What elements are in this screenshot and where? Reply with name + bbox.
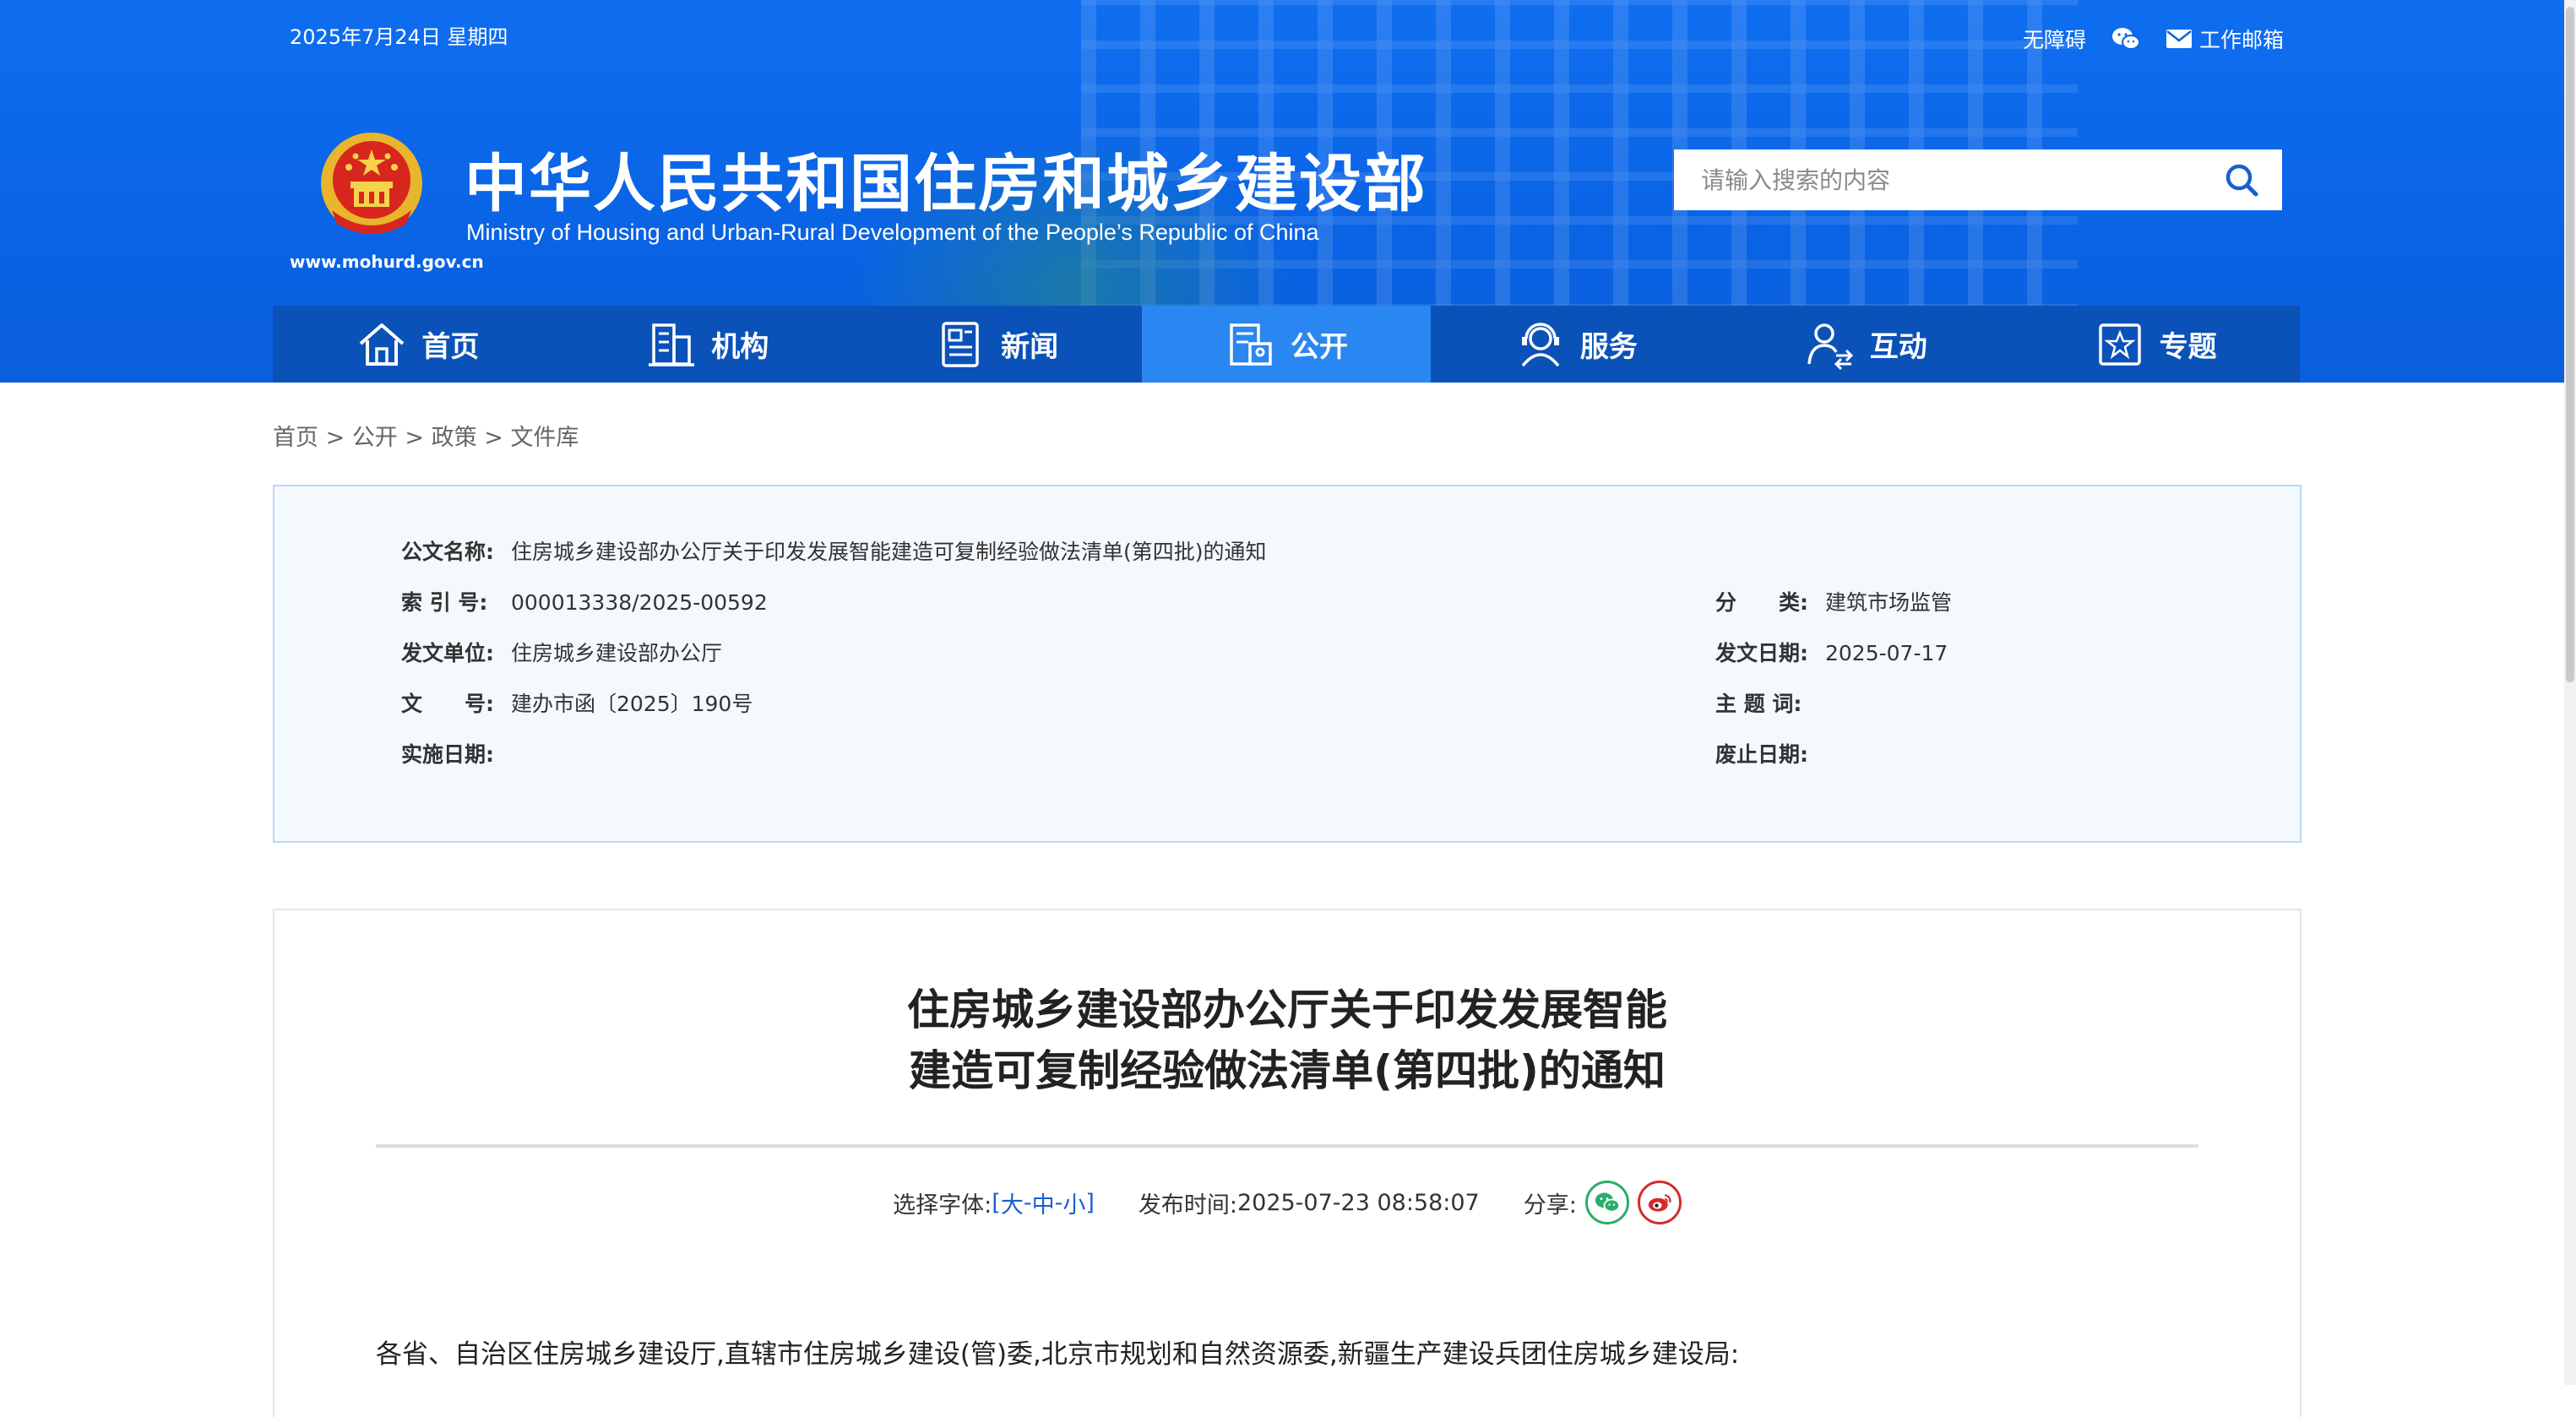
nav-label: 首页 (421, 330, 480, 364)
info-label: 索 引 号: (401, 590, 488, 615)
nav-item-organization[interactable]: 机构 (562, 306, 852, 383)
article-panel: 住房城乡建设部办公厅关于印发发展智能 建造可复制经验做法清单(第四批)的通知 选… (273, 909, 2302, 1417)
article-title-line-1: 住房城乡建设部办公厅关于印发发展智能 (907, 985, 1667, 1034)
nav-item-news[interactable]: 新闻 (852, 306, 1142, 383)
nav-label: 新闻 (1001, 330, 1059, 364)
current-date: 2025年7月24日 星期四 (290, 25, 508, 49)
wechat-link[interactable] (2111, 27, 2140, 51)
font-size-large-button[interactable]: 大 (1001, 1186, 1024, 1219)
info-label: 分 类: (1715, 590, 1808, 615)
nav-item-interaction[interactable]: 互动 (1720, 306, 2010, 383)
article-meta: 选择字体: [ 大 - 中 - 小 ] 发布时间: 2025-07-23 08:… (274, 1181, 2300, 1224)
mail-label: 工作邮箱 (2198, 28, 2284, 52)
site-subtitle: Ministry of Housing and Urban-Rural Deve… (466, 220, 1319, 245)
publish-time-label: 发布时间: (1138, 1192, 1237, 1219)
topic-icon (2098, 323, 2141, 366)
font-separator: - (1023, 1189, 1032, 1216)
interaction-icon (1807, 323, 1853, 370)
wechat-icon (2111, 28, 2140, 50)
font-size-label: 选择字体: (893, 1192, 992, 1219)
breadcrumb-home[interactable]: 首页 (273, 425, 318, 451)
breadcrumb-separator: > (484, 425, 511, 451)
share-label: 分享: (1523, 1192, 1577, 1219)
info-issuer: 发文单位: 住房城乡建设部办公厅 (401, 637, 722, 667)
font-separator: - (1054, 1189, 1063, 1216)
breadcrumb-policy[interactable]: 政策 (432, 425, 477, 451)
search-box (1674, 149, 2282, 210)
wechat-icon (1595, 1192, 1620, 1213)
info-value: 建筑市场监管 (1825, 590, 1953, 615)
national-emblem-icon[interactable] (315, 129, 429, 243)
news-icon (942, 321, 979, 367)
weibo-icon (1648, 1194, 1671, 1212)
top-links: 无障碍 工作邮箱 (2023, 24, 2284, 54)
search-input[interactable] (1674, 165, 2209, 195)
info-label: 发文日期: (1715, 641, 1808, 665)
document-info-box: 公文名称: 住房城乡建设部办公厅关于印发发展智能建造可复制经验做法清单(第四批)的… (273, 485, 2302, 843)
info-label: 文 号: (401, 692, 494, 716)
breadcrumb-library[interactable]: 文件库 (510, 425, 579, 451)
info-expiry-date: 废止日期: (1715, 738, 1825, 768)
info-label: 发文单位: (401, 641, 494, 665)
nav-item-topic[interactable]: 专题 (2010, 306, 2300, 383)
search-icon[interactable] (2223, 161, 2260, 198)
info-category: 分 类: 建筑市场监管 (1715, 586, 1952, 616)
breadcrumb-separator: > (405, 425, 432, 451)
accessibility-link[interactable]: 无障碍 (2023, 24, 2086, 54)
breadcrumb-disclosure[interactable]: 公开 (352, 425, 398, 451)
title-divider (376, 1144, 2198, 1148)
info-keywords: 主 题 词: (1715, 687, 1825, 718)
disclosure-icon (1230, 323, 1272, 366)
font-bracket-open: [ (992, 1189, 1001, 1216)
breadcrumb: 首页 > 公开 > 政策 > 文件库 (273, 419, 579, 452)
scrollbar-thumb[interactable] (2566, 7, 2574, 682)
mail-icon (2166, 30, 2192, 48)
font-size-small-button[interactable]: 小 (1062, 1186, 1085, 1219)
breadcrumb-separator: > (325, 425, 352, 451)
site-header: 2025年7月24日 星期四 无障碍 工作邮箱 www.mohurd.gov.c… (0, 0, 2576, 383)
home-icon (360, 323, 405, 366)
info-label: 主 题 词: (1715, 692, 1802, 716)
font-bracket-close: ] (1085, 1189, 1095, 1216)
accessibility-label: 无障碍 (2022, 28, 2086, 52)
font-size-medium-button[interactable]: 中 (1032, 1186, 1055, 1219)
nav-item-home[interactable]: 首页 (273, 306, 562, 383)
info-document-number: 文 号: 建办市函〔2025〕190号 (401, 687, 753, 718)
page-scrollbar[interactable] (2564, 0, 2576, 1385)
info-effective-date: 实施日期: (401, 738, 511, 768)
info-index-no: 索 引 号: 000013338/2025-00592 (401, 586, 768, 616)
info-doc-name: 公文名称: 住房城乡建设部办公厅关于印发发展智能建造可复制经验做法清单(第四批)的… (401, 535, 1267, 566)
main-nav: 首页 机构 新闻 公开 服务 互动 专题 (273, 306, 2300, 383)
info-issue-date: 发文日期: 2025-07-17 (1715, 637, 1948, 667)
building-icon (649, 323, 695, 366)
info-value: 住房城乡建设部办公厅 (511, 641, 723, 665)
info-label: 实施日期: (401, 742, 494, 767)
site-title[interactable]: 中华人民共和国住房和城乡建设部 (465, 133, 1427, 224)
article-salutation: 各省、自治区住房城乡建设厅,直辖市住房城乡建设(管)委,北京市规划和自然资源委,… (376, 1339, 1740, 1370)
nav-label: 服务 (1579, 330, 1638, 364)
share-wechat-button[interactable] (1584, 1181, 1629, 1224)
nav-label: 互动 (1869, 330, 1927, 364)
info-value: 000013338/2025-00592 (511, 590, 768, 615)
nav-label: 公开 (1291, 330, 1348, 364)
nav-label: 专题 (2159, 330, 2217, 364)
nav-item-service[interactable]: 服务 (1431, 306, 1720, 383)
info-value: 2025-07-17 (1825, 641, 1948, 665)
article-title-line-2: 建造可复制经验做法清单(第四批)的通知 (909, 1046, 1666, 1095)
site-url: www.mohurd.gov.cn (290, 252, 484, 272)
info-value: 建办市函〔2025〕190号 (511, 692, 753, 716)
nav-item-disclosure[interactable]: 公开 (1141, 306, 1432, 383)
info-value: 住房城乡建设部办公厅关于印发发展智能建造可复制经验做法清单(第四批)的通知 (511, 540, 1267, 564)
share-weibo-button[interactable] (1637, 1181, 1682, 1224)
service-icon (1521, 322, 1560, 366)
info-label: 公文名称: (401, 540, 494, 564)
publish-time: 2025-07-23 08:58:07 (1236, 1189, 1480, 1216)
mail-link[interactable]: 工作邮箱 (2166, 24, 2284, 54)
info-label: 废止日期: (1715, 742, 1808, 767)
nav-label: 机构 (711, 330, 769, 364)
